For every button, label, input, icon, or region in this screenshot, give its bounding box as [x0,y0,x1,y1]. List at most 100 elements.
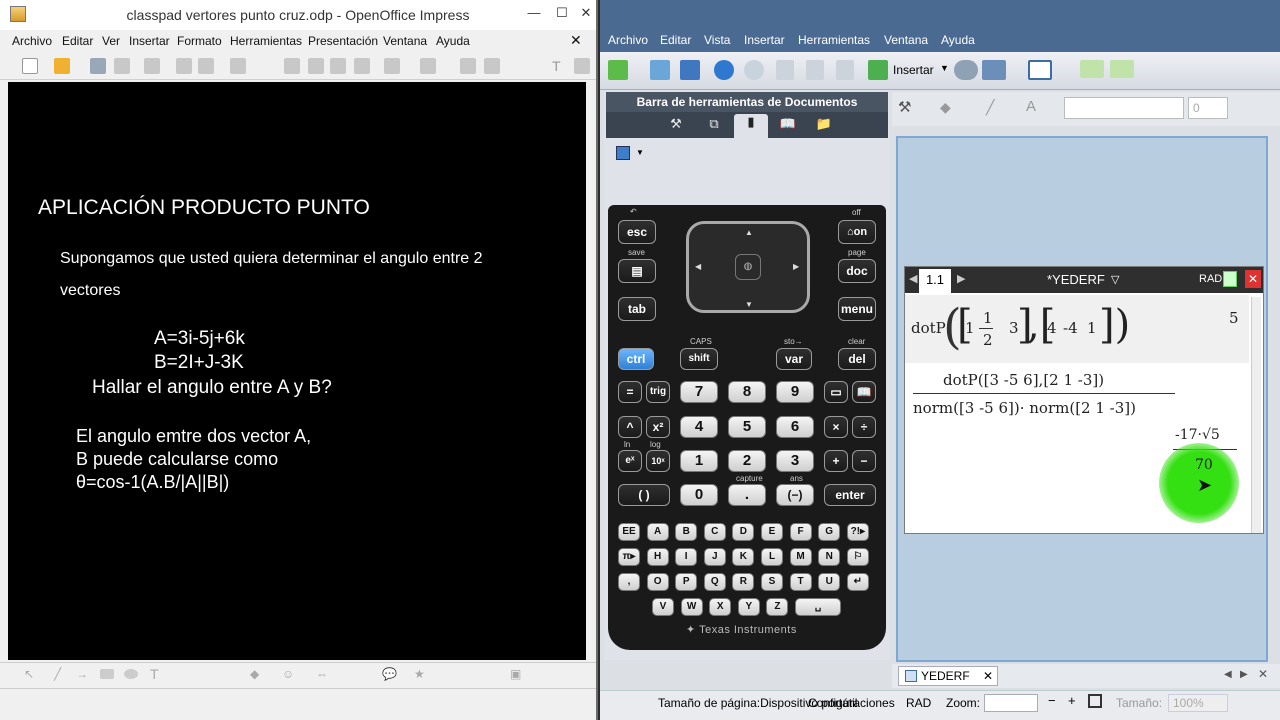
menu-archivo[interactable]: Archivo [12,34,52,48]
up-arrow-icon[interactable]: ▲ [745,228,753,237]
zoom-in-icon[interactable]: + [1068,693,1076,708]
parentheses-key[interactable]: ( ) [618,484,670,506]
digit-9-key[interactable]: 9 [776,381,814,403]
digit-7-key[interactable]: 7 [680,381,718,403]
menu-editar[interactable]: Editar [62,34,93,48]
maximize-button[interactable]: ☐ [552,4,572,22]
alpha-key[interactable]: T [789,573,812,591]
alpha-key[interactable]: J [703,548,726,566]
touchpad[interactable]: ◍ ▲ ▼ ◀ ▶ [686,221,810,313]
alpha-key[interactable]: ↵ [846,573,869,591]
minimize-button[interactable]: — [524,4,544,22]
clone-format-icon[interactable] [354,58,370,74]
text-icon[interactable]: T [552,58,568,74]
ellipse-icon[interactable] [124,669,138,679]
font-selector[interactable] [1064,97,1184,119]
page-sorter-tab-icon[interactable]: ⧉ [704,116,724,134]
nspire-menu-ventana[interactable]: Ventana [884,33,928,47]
basic-shapes-icon[interactable]: ◆ [250,667,266,683]
content-explorer-tab-icon[interactable]: 📁 [814,116,834,134]
menu-herramientas[interactable]: Herramientas [230,34,302,48]
rectangle-icon[interactable] [100,669,114,679]
home-on-key[interactable]: ⌂on [838,220,876,244]
tools-tab-icon[interactable]: ⚒ [666,116,686,134]
calculator-page[interactable]: ◀ 1.1 ▶ *YEDERF ▽ RAD ✕ dotP ( [ 1 1 2 3… [904,266,1264,534]
email-icon[interactable] [114,58,130,74]
new-document-icon[interactable] [608,60,628,80]
text-color-icon[interactable]: A [1026,98,1036,115]
nspire-menu-editar[interactable]: Editar [660,33,691,47]
line-icon[interactable]: ╱ [54,667,70,683]
redo-icon[interactable] [420,58,436,74]
alpha-key[interactable]: I [675,548,698,566]
alpha-key[interactable]: ⚐ [846,548,869,566]
variables-icon[interactable] [954,60,978,80]
alpha-key[interactable]: D [732,523,755,541]
digit-3-key[interactable]: 3 [776,450,814,472]
slide-canvas[interactable]: APLICACIÓN PRODUCTO PUNTO Supongamos que… [8,82,586,660]
menu-insertar[interactable]: Insertar [129,34,170,48]
close-tab-icon[interactable]: ✕ [983,669,993,683]
scratchpad-key[interactable]: ▤ [618,259,656,283]
new-document-icon[interactable] [22,58,38,74]
shift-key[interactable]: shift [680,348,718,370]
chart-icon[interactable] [460,58,476,74]
edit-file-icon[interactable] [144,58,160,74]
alpha-key[interactable]: EE [618,523,640,541]
undo-icon[interactable] [714,60,734,80]
catalog-key[interactable]: 📖 [852,381,876,403]
alpha-key[interactable]: M [789,548,812,566]
utilities-tab-icon[interactable]: 📖 [778,116,798,134]
plus-key[interactable]: + [824,450,848,472]
stars-icon[interactable]: ★ [414,667,430,683]
handheld-tab-icon[interactable]: ▮ [734,114,768,138]
text-tool-icon[interactable]: T [150,666,166,682]
alpha-key[interactable]: C [703,523,726,541]
tab-scroll-left-icon[interactable]: ◀ [1224,669,1232,680]
alpha-key[interactable]: P [675,573,698,591]
alpha-key[interactable]: G [818,523,841,541]
next-page-arrow-icon[interactable] [1110,60,1134,78]
copy-icon[interactable] [308,58,324,74]
alpha-key[interactable]: W [680,598,703,616]
doc-key[interactable]: doc [838,259,876,283]
del-key[interactable]: del [838,348,876,370]
cut-icon[interactable] [284,58,300,74]
select-arrow-icon[interactable]: ↖ [24,667,40,683]
alpha-key[interactable]: H [646,548,669,566]
previous-page-arrow-icon[interactable] [1080,60,1104,78]
nspire-menu-vista[interactable]: Vista [704,33,730,47]
square-key[interactable]: x² [646,416,670,438]
menu-ayuda[interactable]: Ayuda [436,34,470,48]
alpha-key[interactable]: π▸ [618,548,640,566]
fit-screen-icon[interactable] [1088,694,1102,708]
alpha-key[interactable]: U [818,573,841,591]
menu-key[interactable]: menu [838,297,876,321]
line-color-icon[interactable]: ╱ [986,99,994,116]
alpha-key[interactable]: B [675,523,698,541]
minus-key[interactable]: − [852,450,876,472]
enter-key[interactable]: enter [824,484,876,506]
zoom-selector[interactable] [984,694,1038,712]
caret-key[interactable]: ^ [618,416,642,438]
insert-page-icon[interactable] [868,60,888,80]
insert-chevron-down-icon[interactable]: ▼ [940,63,949,73]
settings-status[interactable]: Configuraciones [808,696,895,710]
font-size-selector[interactable]: 0 [1188,97,1228,119]
fill-color-icon[interactable]: ◆ [940,99,951,116]
toolbar-options-icon[interactable] [574,58,590,74]
alpha-key[interactable]: X [709,598,732,616]
alpha-key[interactable]: ␣ [795,598,841,616]
page-tab[interactable]: 1.1 [919,269,951,293]
export-pdf-icon[interactable] [176,58,192,74]
table-icon[interactable] [484,58,500,74]
print-icon[interactable] [198,58,214,74]
ctrl-key[interactable]: ctrl [618,348,654,370]
close-all-tabs-icon[interactable]: ✕ [1258,667,1268,681]
alpha-key[interactable]: , [618,573,640,591]
touchpad-click-icon[interactable]: ◍ [735,254,761,280]
arrow-line-icon[interactable]: → [76,667,92,683]
close-window-button[interactable]: ✕ [576,4,596,22]
alpha-key[interactable]: Z [766,598,789,616]
keypad-view-icon[interactable] [616,146,630,160]
